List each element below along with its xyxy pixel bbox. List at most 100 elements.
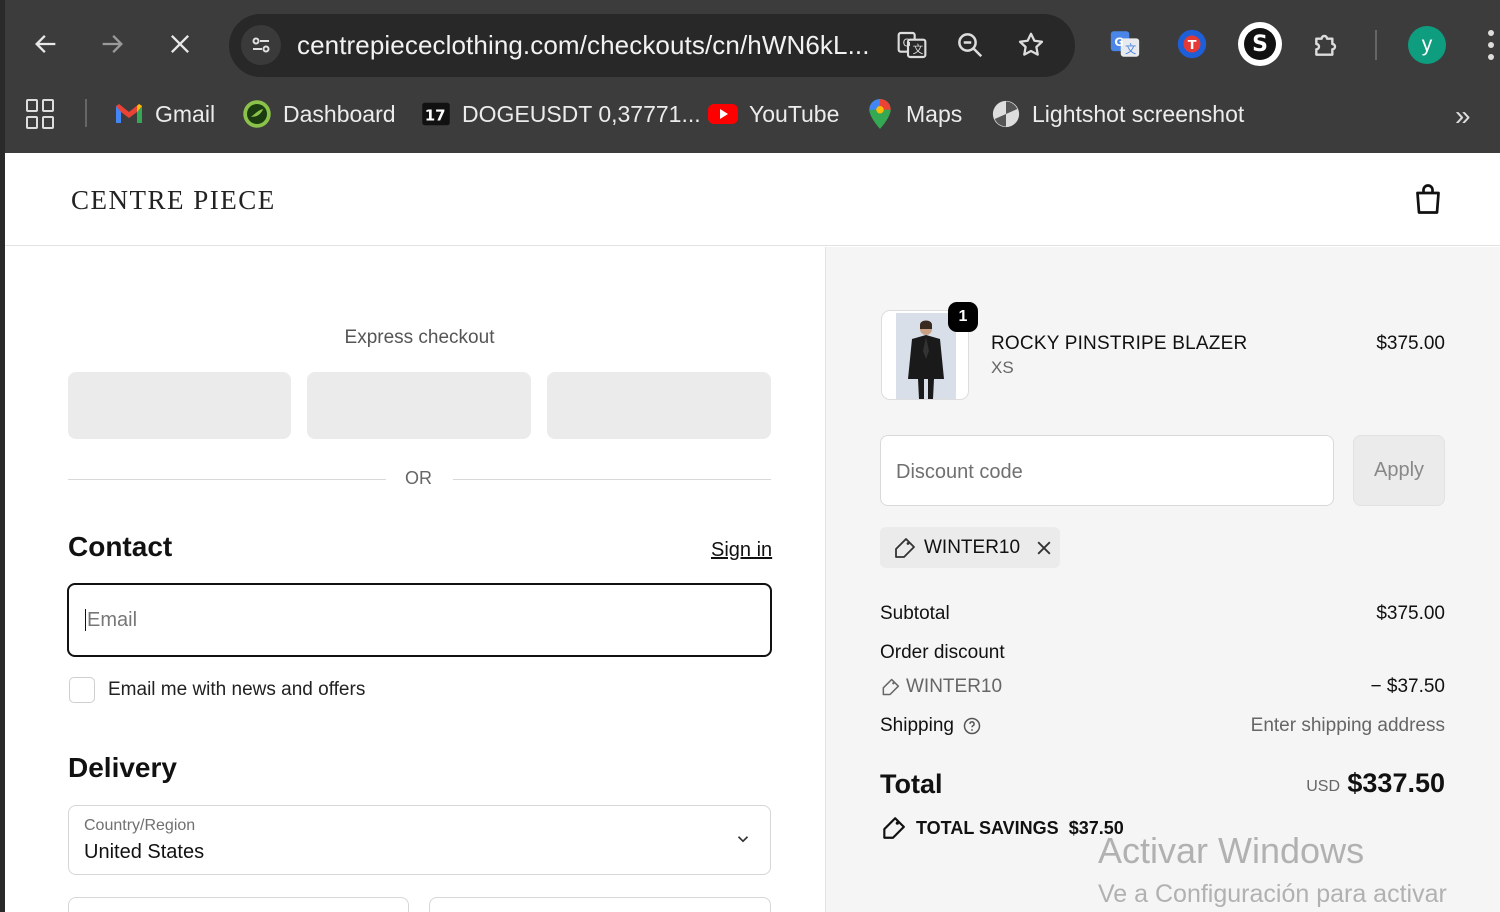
zoom-icon[interactable] xyxy=(953,28,987,62)
discount-value: − $37.50 xyxy=(1370,676,1446,697)
apply-discount-button[interactable]: Apply xyxy=(1353,435,1445,506)
svg-text:G: G xyxy=(903,36,911,49)
express-checkout-title: Express checkout xyxy=(344,327,495,348)
bookmark-maps[interactable]: Maps xyxy=(864,96,962,132)
bookmark-label: YouTube xyxy=(749,100,840,127)
discount-code-label: WINTER10 xyxy=(906,676,1003,697)
bookmarks-overflow-button[interactable]: » xyxy=(1455,100,1471,132)
total-label: Total xyxy=(880,769,943,799)
svg-text:文: 文 xyxy=(913,43,924,56)
country-label: Country/Region xyxy=(84,817,196,834)
bookmark-label: Lightshot screenshot xyxy=(1032,100,1245,127)
divider-line xyxy=(68,479,386,480)
shipping-label: Shipping xyxy=(880,715,954,736)
express-pay-button-1[interactable] xyxy=(68,372,291,439)
store-header: CENTRE PIECE xyxy=(5,153,1500,246)
express-pay-button-2[interactable] xyxy=(307,372,531,439)
savings-tag-icon xyxy=(883,817,905,839)
maps-icon xyxy=(864,98,896,130)
express-pay-button-3[interactable] xyxy=(547,372,771,439)
total-currency: USD xyxy=(1306,778,1340,795)
tradingview-icon: 17 xyxy=(420,98,452,130)
bookmark-label: Gmail xyxy=(155,100,216,127)
apps-grid-icon[interactable] xyxy=(26,99,56,129)
savings-label: TOTAL SAVINGS xyxy=(916,817,1059,838)
contact-heading: Contact xyxy=(68,531,173,562)
product-name: ROCKY PINSTRIPE BLAZER xyxy=(991,333,1248,354)
bookmark-divider xyxy=(85,99,87,127)
bookmark-label: Dashboard xyxy=(283,100,396,127)
stop-loading-button[interactable] xyxy=(158,22,202,66)
bookmark-gmail[interactable]: Gmail xyxy=(113,96,215,132)
or-divider-label: OR xyxy=(405,468,432,488)
star-icon[interactable] xyxy=(1014,28,1048,62)
bookmark-dashboard[interactable]: Dashboard xyxy=(241,96,396,132)
url-text[interactable]: centrepiececlothing.com/checkouts/cn/hWN… xyxy=(297,30,870,61)
youtube-icon xyxy=(707,98,739,130)
divider-line xyxy=(453,479,771,480)
store-logo[interactable]: CENTRE PIECE xyxy=(71,185,276,216)
browser-menu-button[interactable] xyxy=(1486,30,1496,60)
country-value: United States xyxy=(84,841,205,863)
order-summary: 1 ROCKY PINSTRIPE BLAZER XS $375.00 Disc… xyxy=(825,247,1500,912)
bookmark-youtube[interactable]: YouTube xyxy=(707,96,839,132)
product-price: $375.00 xyxy=(1376,333,1445,354)
last-name-field[interactable] xyxy=(429,897,771,912)
back-button[interactable] xyxy=(24,22,68,66)
subtotal-value: $375.00 xyxy=(1376,603,1445,624)
arrow-right-icon xyxy=(102,35,123,53)
tag-icon xyxy=(882,678,900,696)
translate-icon[interactable]: G文 xyxy=(1105,24,1145,64)
total-savings: TOTAL SAVINGS $37.50 xyxy=(880,815,1124,841)
activation-watermark-title: Activar Windows xyxy=(1098,830,1365,871)
lightshot-icon xyxy=(990,98,1022,130)
applied-code-label: WINTER10 xyxy=(924,536,1021,558)
bookmark-label: Maps xyxy=(906,100,963,127)
quantity-badge: 1 xyxy=(948,302,978,332)
svg-text:T: T xyxy=(1188,38,1197,53)
help-circle-icon[interactable] xyxy=(962,716,982,736)
arrow-left-icon xyxy=(35,35,56,53)
checkout-form: Express checkout OR Contact Sign in Emai… xyxy=(5,247,825,912)
discount-placeholder: Discount code xyxy=(896,461,1023,483)
sign-in-link[interactable]: Sign in xyxy=(711,539,772,562)
address-bar[interactable]: centrepiececlothing.com/checkouts/cn/hWN… xyxy=(229,14,1075,77)
discount-code-input[interactable]: Discount code xyxy=(880,435,1334,506)
vpn-extension-icon[interactable]: T xyxy=(1172,24,1212,64)
product-variant: XS xyxy=(991,358,1014,377)
discount-code-row: WINTER10 xyxy=(880,676,1002,698)
translate-page-icon[interactable]: G文 xyxy=(895,28,929,62)
site-settings-button[interactable] xyxy=(241,25,281,65)
bookmark-label: DOGEUSDT 0,37771... xyxy=(462,100,701,127)
shipping-value: Enter shipping address xyxy=(1250,715,1445,736)
newsletter-label[interactable]: Email me with news and offers xyxy=(108,679,365,701)
delivery-heading: Delivery xyxy=(68,752,177,783)
email-placeholder: Email xyxy=(85,609,138,631)
bookmark-dogeusdt[interactable]: 17 DOGEUSDT 0,37771... xyxy=(420,96,701,132)
tune-icon xyxy=(252,37,270,53)
dashboard-icon xyxy=(241,98,273,130)
toolbar-divider xyxy=(1375,30,1377,60)
newsletter-checkbox[interactable] xyxy=(69,677,95,703)
first-name-field[interactable] xyxy=(68,897,409,912)
forward-button[interactable] xyxy=(90,22,134,66)
applied-discount-chip: WINTER10 xyxy=(880,527,1060,568)
gmail-icon xyxy=(113,98,145,130)
shopping-bag-icon[interactable] xyxy=(1410,181,1446,217)
svg-text:17: 17 xyxy=(425,106,446,124)
s-extension-icon[interactable]: S xyxy=(1238,22,1282,66)
svg-text:G: G xyxy=(1114,35,1123,49)
close-icon xyxy=(171,35,189,53)
chevron-down-icon xyxy=(737,836,749,843)
tag-icon xyxy=(895,537,915,558)
remove-discount-icon[interactable] xyxy=(1034,538,1054,558)
country-select[interactable]: Country/Region United States xyxy=(68,805,771,875)
shipping-row: Shipping xyxy=(880,715,982,737)
profile-avatar[interactable]: y xyxy=(1408,26,1446,64)
puzzle-icon[interactable] xyxy=(1307,24,1347,64)
browser-chrome: centrepiececlothing.com/checkouts/cn/hWN… xyxy=(0,0,1500,153)
bookmark-lightshot[interactable]: Lightshot screenshot xyxy=(990,96,1244,132)
order-discount-label: Order discount xyxy=(880,642,1005,663)
email-field[interactable]: Email xyxy=(67,583,772,657)
activation-watermark-subtitle: Ve a Configuración para activar xyxy=(1098,880,1447,908)
